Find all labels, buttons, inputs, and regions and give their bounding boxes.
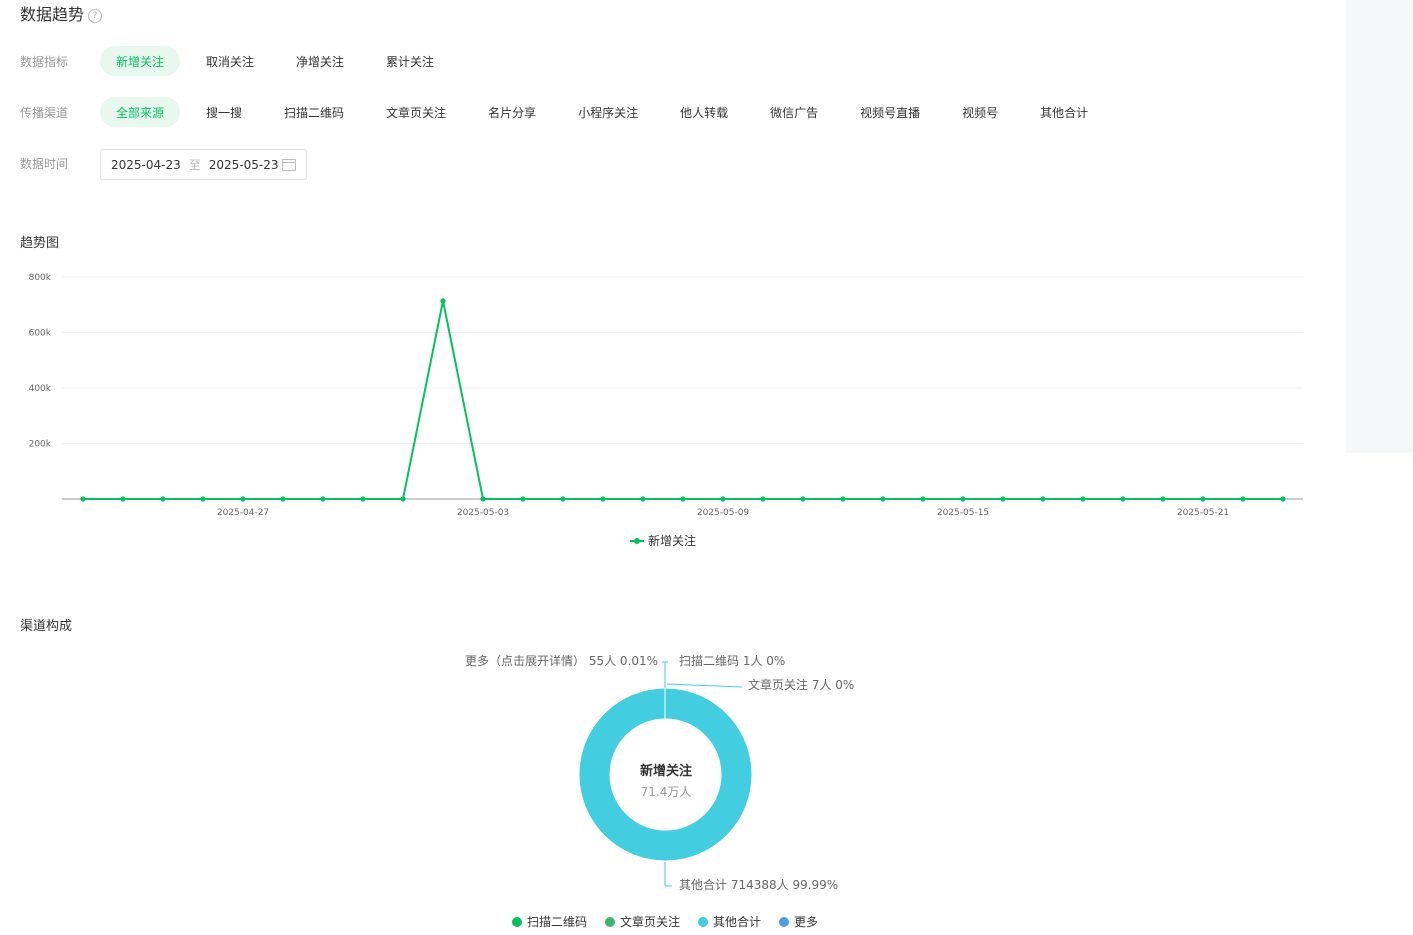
trend-data-point[interactable] bbox=[1280, 496, 1286, 502]
pie-label-other: 其他合计 714388人 99.99% bbox=[679, 878, 839, 892]
metric-filter-row: 数据指标 新增关注 取消关注 净增关注 累计关注 bbox=[20, 45, 460, 77]
donut-center-value: 71.4万人 bbox=[640, 785, 692, 799]
metric-option-net-follow[interactable]: 净增关注 bbox=[280, 46, 360, 76]
trend-data-point[interactable] bbox=[1240, 496, 1246, 502]
trend-data-point[interactable] bbox=[800, 496, 806, 502]
trend-data-point[interactable] bbox=[1160, 496, 1166, 502]
y-tick-label: 600k bbox=[29, 329, 52, 339]
trend-subtitle: 趋势图 bbox=[20, 236, 60, 251]
channel-filter-label: 传播渠道 bbox=[20, 105, 69, 120]
channel-option-qrcode[interactable]: 扫描二维码 bbox=[268, 97, 360, 127]
donut-center: 新增关注 71.4万人 bbox=[580, 760, 752, 800]
channel-option-search[interactable]: 搜一搜 bbox=[190, 97, 258, 127]
trend-legend[interactable]: 新增关注 bbox=[630, 532, 696, 549]
trend-data-point[interactable] bbox=[160, 496, 166, 502]
trend-chart: 200k 400k 600k 800k 2025-04-27 2025-05-03 202… bbox=[29, 273, 1303, 518]
date-filter-row: 数据时间 bbox=[20, 147, 100, 179]
trend-data-point[interactable] bbox=[280, 496, 286, 502]
leader-line-article bbox=[666, 683, 743, 688]
pie-legend-dot bbox=[605, 916, 616, 927]
pie-legend-item-more[interactable]: 更多 bbox=[779, 913, 818, 930]
trend-data-point[interactable] bbox=[1040, 496, 1046, 502]
trend-data-point[interactable] bbox=[640, 496, 646, 502]
trend-data-point[interactable] bbox=[520, 496, 526, 502]
metric-option-new-follow[interactable]: 新增关注 bbox=[100, 46, 181, 76]
date-start[interactable]: 2025-04-23 bbox=[111, 158, 181, 172]
trend-data-point[interactable] bbox=[120, 496, 126, 502]
pie-label-article: 文章页关注 7人 0% bbox=[748, 678, 855, 692]
trend-data-point[interactable] bbox=[200, 496, 206, 502]
metric-option-total-follow[interactable]: 累计关注 bbox=[370, 46, 450, 76]
trend-data-point[interactable] bbox=[1120, 496, 1126, 502]
trend-data-point[interactable] bbox=[320, 496, 326, 502]
trend-data-point[interactable] bbox=[760, 496, 766, 502]
trend-data-point[interactable] bbox=[240, 496, 246, 502]
trend-legend-label: 新增关注 bbox=[648, 534, 697, 548]
trend-data-point[interactable] bbox=[1200, 496, 1206, 502]
date-end[interactable]: 2025-05-23 bbox=[209, 158, 279, 172]
trend-data-point[interactable] bbox=[920, 496, 926, 502]
date-separator: 至 bbox=[188, 158, 201, 172]
channel-option-article[interactable]: 文章页关注 bbox=[370, 97, 462, 127]
pie-legend-dot bbox=[698, 916, 709, 927]
metric-filter-label: 数据指标 bbox=[20, 54, 69, 69]
x-tick-label: 2025-04-27 bbox=[217, 508, 269, 518]
trend-data-point[interactable] bbox=[480, 496, 486, 502]
trend-data-point[interactable] bbox=[960, 496, 966, 502]
trend-legend-marker bbox=[630, 537, 644, 544]
trend-data-point[interactable] bbox=[560, 496, 566, 502]
pie-legend-dot bbox=[512, 916, 522, 927]
channel-option-all[interactable]: 全部来源 bbox=[100, 97, 181, 127]
date-filter-label: 数据时间 bbox=[20, 156, 69, 171]
x-tick-label: 2025-05-21 bbox=[1177, 508, 1229, 518]
trend-data-point[interactable] bbox=[880, 496, 886, 502]
y-tick-label: 800k bbox=[29, 273, 52, 283]
pie-legend-label: 更多 bbox=[794, 915, 819, 929]
trend-series-line bbox=[83, 300, 1283, 500]
pie-legend-item-others[interactable]: 其他合计 bbox=[698, 913, 761, 930]
right-side-panel bbox=[1346, 0, 1413, 453]
channel-option-wechat-ads[interactable]: 微信广告 bbox=[754, 97, 834, 127]
channel-option-channels[interactable]: 视频号 bbox=[946, 97, 1014, 127]
trend-data-point[interactable] bbox=[440, 298, 446, 304]
trend-data-point[interactable] bbox=[400, 496, 406, 502]
donut-center-title: 新增关注 bbox=[639, 764, 692, 779]
help-icon[interactable]: ? bbox=[88, 9, 103, 23]
x-tick-label: 2025-05-03 bbox=[457, 508, 509, 518]
channel-option-others[interactable]: 其他合计 bbox=[1024, 97, 1104, 127]
composition-subtitle: 渠道构成 bbox=[20, 619, 73, 634]
y-tick-label: 200k bbox=[29, 440, 52, 450]
channel-option-repost[interactable]: 他人转载 bbox=[664, 97, 744, 127]
trend-data-point[interactable] bbox=[680, 496, 686, 502]
channel-option-channels-live[interactable]: 视频号直播 bbox=[844, 97, 936, 127]
trend-data-point[interactable] bbox=[840, 496, 846, 502]
metric-option-unfollow[interactable]: 取消关注 bbox=[190, 46, 270, 76]
trend-data-point[interactable] bbox=[1080, 496, 1086, 502]
date-range-picker[interactable]: 2025-04-23 至 2025-05-23 bbox=[100, 149, 307, 180]
page-title-text: 数据趋势 bbox=[20, 5, 85, 24]
trend-data-point[interactable] bbox=[360, 496, 366, 502]
pie-legend: 扫描二维码 文章页关注 其他合计 更多 bbox=[512, 913, 836, 930]
pie-legend-label: 文章页关注 bbox=[620, 915, 681, 929]
pie-label-more[interactable]: 更多（点击展开详情） 55人 0.01% bbox=[465, 652, 658, 669]
pie-legend-label: 扫描二维码 bbox=[527, 915, 588, 929]
channel-option-card-share[interactable]: 名片分享 bbox=[472, 97, 552, 127]
trend-data-point[interactable] bbox=[1000, 496, 1006, 502]
pie-legend-item-article[interactable]: 文章页关注 bbox=[605, 913, 680, 930]
trend-data-point[interactable] bbox=[80, 496, 86, 502]
pie-legend-dot bbox=[779, 916, 790, 927]
calendar-icon[interactable] bbox=[282, 158, 296, 171]
y-tick-label: 400k bbox=[29, 384, 52, 394]
pie-legend-item-scan[interactable]: 扫描二维码 bbox=[512, 913, 587, 930]
page-title: 数据趋势? bbox=[20, 1, 103, 25]
pie-legend-label: 其他合计 bbox=[713, 915, 762, 929]
pie-label-scan: 扫描二维码 1人 0% bbox=[679, 654, 786, 668]
channel-filter-row: 传播渠道 全部来源 搜一搜 扫描二维码 文章页关注 名片分享 小程序关注 他人转… bbox=[20, 96, 1114, 128]
channel-option-miniprogram[interactable]: 小程序关注 bbox=[562, 97, 654, 127]
x-tick-label: 2025-05-15 bbox=[937, 508, 989, 518]
x-tick-label: 2025-05-09 bbox=[697, 508, 750, 518]
trend-data-point[interactable] bbox=[720, 496, 726, 502]
trend-data-point[interactable] bbox=[600, 496, 606, 502]
